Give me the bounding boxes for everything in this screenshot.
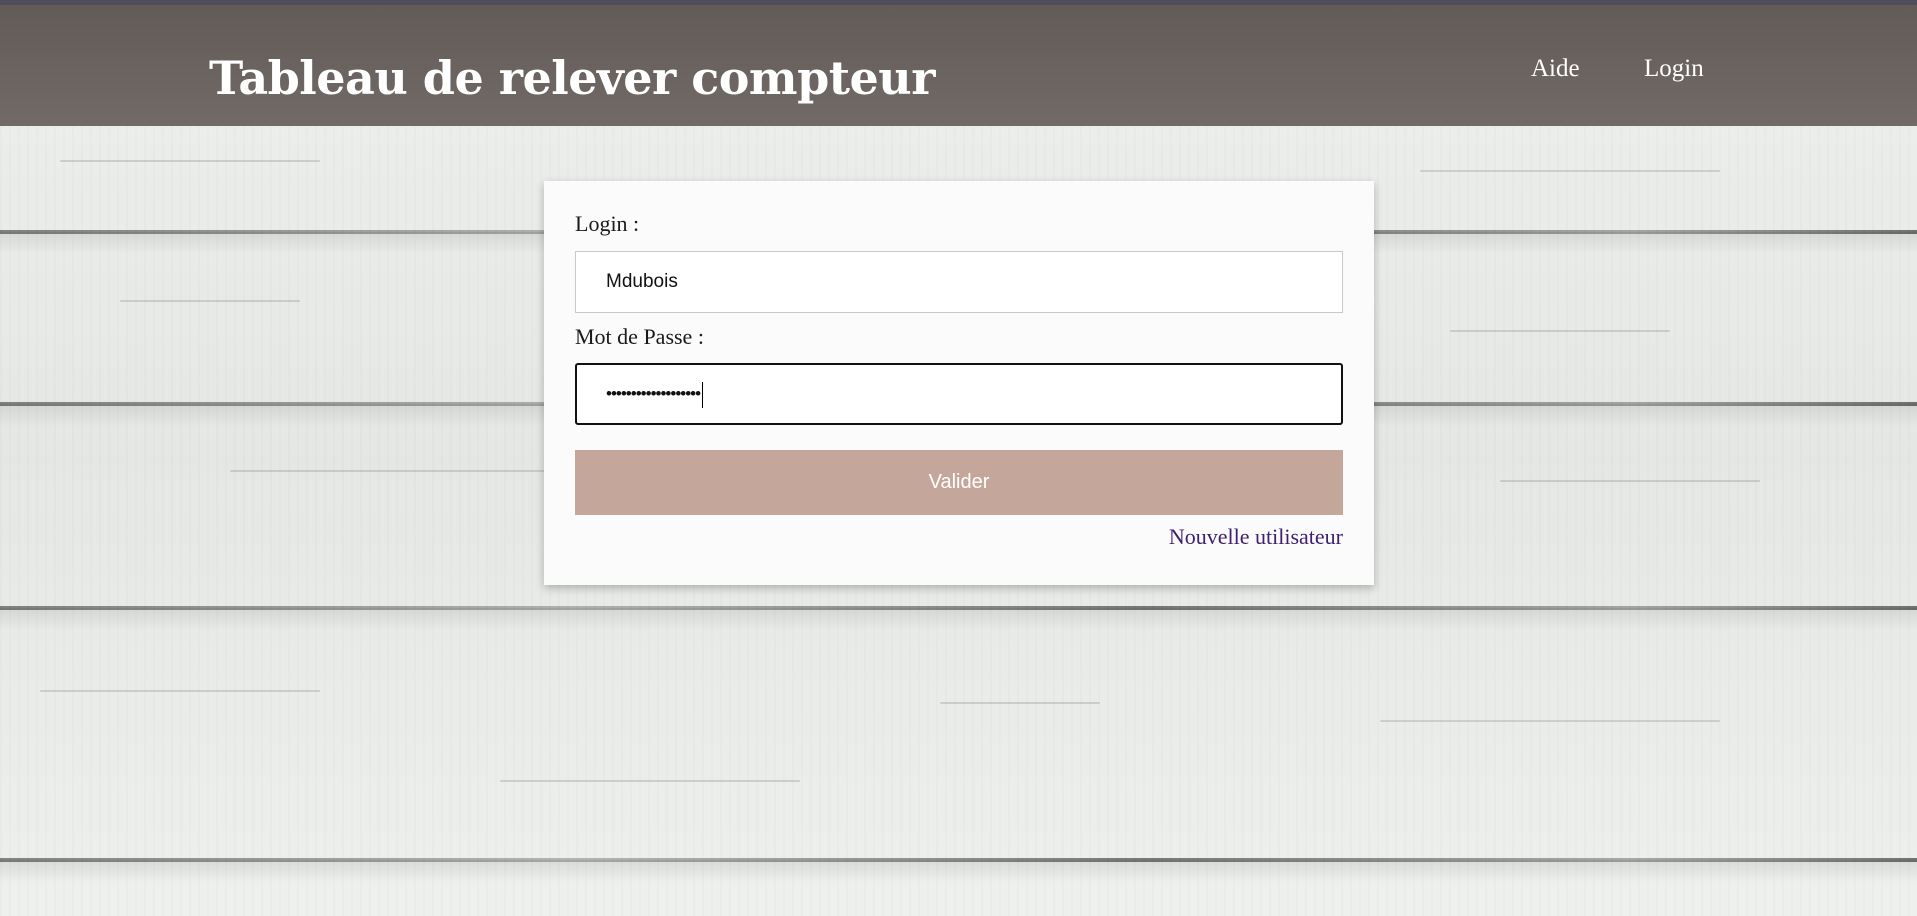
text-caret bbox=[702, 381, 704, 408]
plank-shadow bbox=[0, 608, 1917, 630]
nav-login-link[interactable]: Login bbox=[1644, 55, 1704, 83]
password-field-label: Mot de Passe : bbox=[575, 324, 704, 349]
password-input-value: ••••••••••••••••••• bbox=[606, 384, 701, 403]
password-input[interactable]: ••••••••••••••••••• bbox=[575, 363, 1343, 425]
plank-seam bbox=[0, 606, 1917, 610]
nav-help-link[interactable]: Aide bbox=[1531, 55, 1580, 83]
wood-grain bbox=[1380, 720, 1720, 722]
login-field-label: Login : bbox=[575, 211, 640, 236]
page-title: Tableau de relever compteur bbox=[209, 51, 935, 105]
new-user-link[interactable]: Nouvelle utilisateur bbox=[1169, 524, 1343, 550]
wood-grain bbox=[1420, 170, 1720, 172]
site-header: Tableau de relever compteur Aide Login bbox=[0, 5, 1917, 126]
wood-grain bbox=[230, 470, 550, 472]
login-card: Login : Mdubois Mot de Passe : •••••••••… bbox=[544, 181, 1374, 585]
plank-shadow bbox=[0, 860, 1917, 882]
plank-seam bbox=[0, 858, 1917, 862]
wood-grain bbox=[940, 702, 1100, 704]
wood-grain bbox=[1500, 480, 1760, 482]
wood-grain bbox=[60, 160, 320, 162]
submit-button[interactable]: Valider bbox=[575, 450, 1343, 515]
wood-grain bbox=[500, 780, 800, 782]
login-input-value: Mdubois bbox=[606, 271, 678, 292]
wood-grain bbox=[1450, 330, 1670, 332]
wood-grain bbox=[40, 690, 320, 692]
login-input[interactable]: Mdubois bbox=[575, 251, 1343, 313]
wood-grain bbox=[120, 300, 300, 302]
